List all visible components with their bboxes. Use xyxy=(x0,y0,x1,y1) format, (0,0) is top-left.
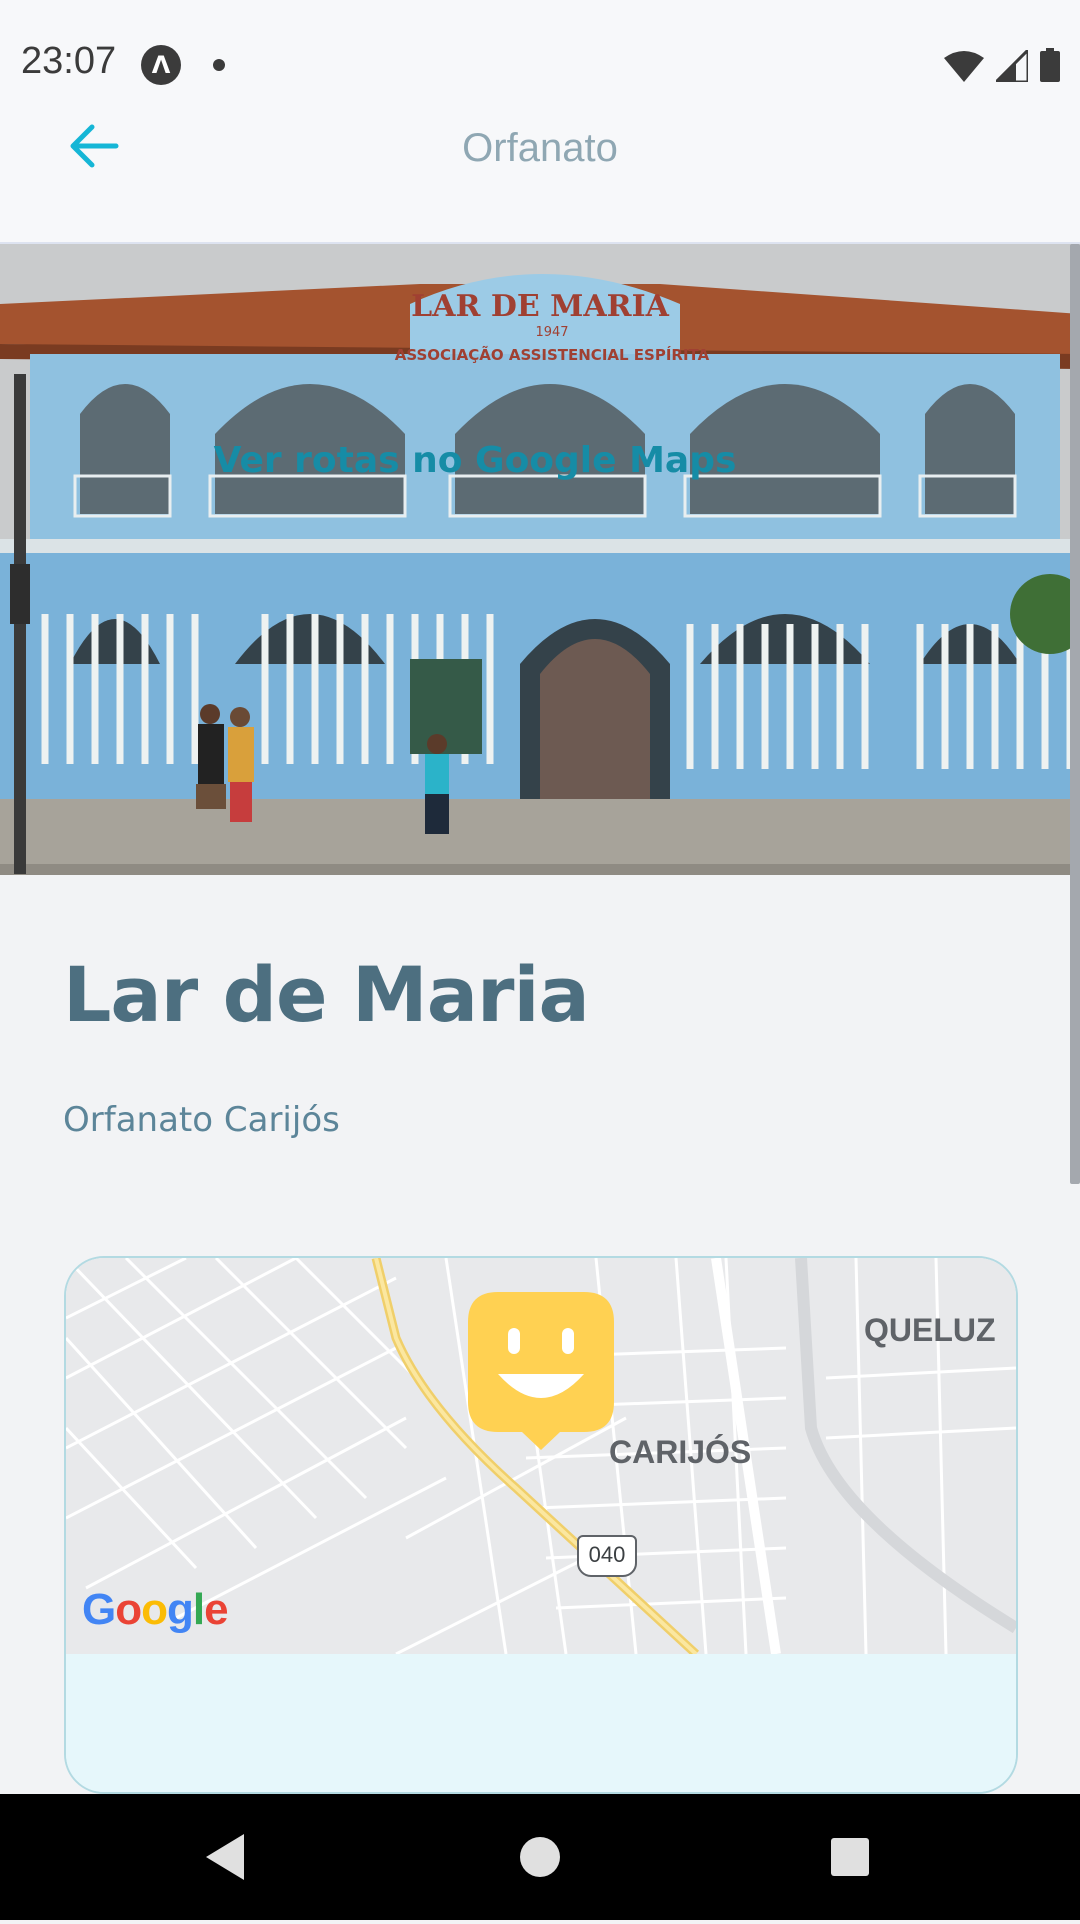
route-badge: 040 xyxy=(577,1535,637,1577)
view-routes-link[interactable]: Ver rotas no Google Maps xyxy=(0,440,950,481)
nav-recents-button[interactable] xyxy=(790,1794,910,1920)
nav-back-button[interactable] xyxy=(166,1794,286,1920)
photo-sign-year: 1947 xyxy=(535,325,568,340)
map-view[interactable]: QUELUZ CARIJÓS 040 Google xyxy=(66,1258,1016,1654)
status-bar: 23:07 Λ xyxy=(0,0,1080,128)
map-card: QUELUZ CARIJÓS 040 Google xyxy=(64,1256,1018,1794)
photo-sign-subtitle: ASSOCIAÇÃO ASSISTENCIAL ESPÍRITA xyxy=(395,345,710,364)
notification-dot-icon xyxy=(213,59,225,71)
battery-icon xyxy=(1040,48,1060,82)
header-title: Orfanato xyxy=(462,126,618,170)
status-icons xyxy=(944,46,1060,82)
signal-icon xyxy=(996,50,1028,82)
app-notification-icon: Λ xyxy=(141,45,181,85)
nav-recents-icon xyxy=(831,1838,869,1876)
map-label-queluz: QUELUZ xyxy=(864,1312,996,1348)
map-label-carijos: CARIJÓS xyxy=(609,1434,752,1470)
map-card-footer xyxy=(66,1654,1016,1792)
orphanage-description: Orfanato Carijós xyxy=(63,1100,340,1140)
nav-back-icon xyxy=(206,1834,244,1880)
orphanage-photo: LAR DE MARIA 1947 ASSOCIAÇÃO ASSISTENCIA… xyxy=(0,244,1080,875)
wifi-icon xyxy=(944,51,984,82)
google-logo: Google xyxy=(82,1585,229,1634)
system-nav-bar xyxy=(0,1794,1080,1920)
photo-sign-text: LAR DE MARIA xyxy=(411,289,670,324)
scrollbar[interactable] xyxy=(1070,244,1080,1184)
nav-home-icon xyxy=(520,1837,560,1877)
status-time: 23:07 xyxy=(21,40,117,82)
smiley-marker-icon[interactable] xyxy=(468,1292,614,1450)
nav-home-button[interactable] xyxy=(480,1794,600,1920)
orphanage-name: Lar de Maria xyxy=(63,950,590,1039)
